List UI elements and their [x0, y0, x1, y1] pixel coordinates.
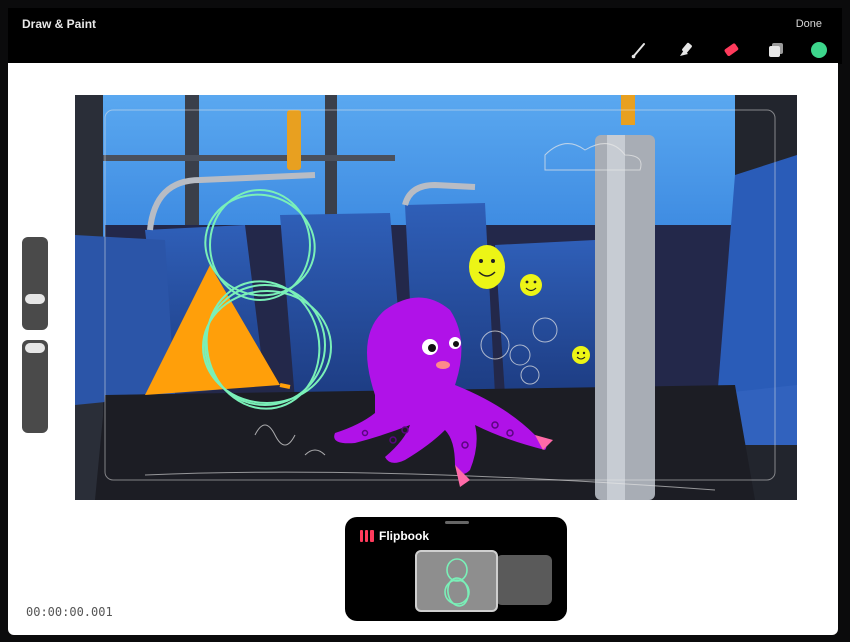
color-picker-button[interactable] — [808, 39, 830, 61]
bus-interior-photo — [75, 95, 797, 500]
brush-icon — [631, 43, 645, 59]
top-toolbar: Draw & Paint Done — [8, 8, 842, 64]
flipbook-frame-1[interactable] — [415, 550, 498, 612]
brush-size-knob[interactable] — [25, 294, 45, 304]
opacity-knob[interactable] — [25, 343, 45, 353]
opacity-slider[interactable] — [22, 340, 48, 433]
brush-size-slider[interactable] — [22, 237, 48, 330]
marker-icon — [680, 42, 692, 56]
layers-icon — [769, 43, 783, 57]
flipbook-icon — [360, 530, 374, 542]
flipbook-panel: Flipbook — [345, 517, 567, 621]
app-title: Draw & Paint — [22, 17, 97, 31]
eraser-tool-button[interactable] — [720, 39, 742, 61]
app-window: Draw & Paint Done 00:00:00.001 Flipbook — [0, 0, 850, 642]
flipbook-frame-2[interactable] — [496, 555, 552, 605]
layers-tool-button[interactable] — [765, 39, 787, 61]
eraser-icon — [724, 43, 739, 56]
photo-with-drawings[interactable] — [75, 95, 797, 500]
flipbook-drag-handle[interactable] — [445, 521, 469, 524]
timecode: 00:00:00.001 — [26, 605, 113, 619]
done-button[interactable]: Done — [796, 18, 822, 30]
flipbook-title: Flipbook — [379, 529, 429, 543]
brush-tool-button[interactable] — [628, 39, 650, 61]
color-swatch-icon — [811, 42, 827, 58]
marker-tool-button[interactable] — [674, 39, 696, 61]
frame-thumbnail — [444, 558, 470, 607]
